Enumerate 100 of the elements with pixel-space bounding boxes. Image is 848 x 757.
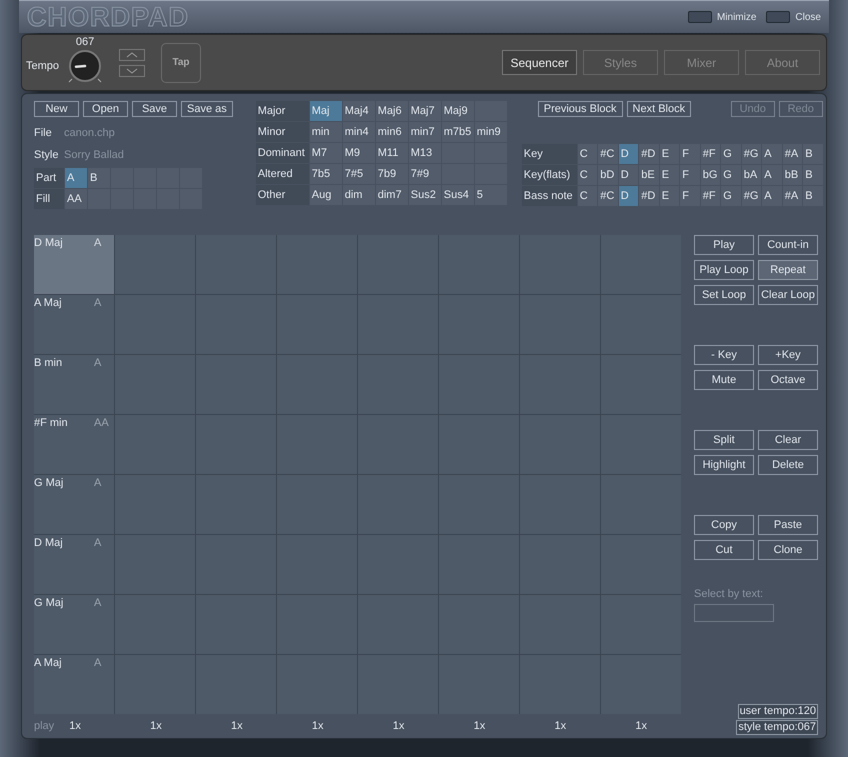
chord-block[interactable]: G Maj A [34,475,114,534]
chord-block[interactable]: B min A [34,355,114,414]
note-cell[interactable]: #G [742,186,762,206]
note-cell[interactable]: #A [782,144,802,164]
file-button[interactable]: Open [83,101,128,117]
part-cell[interactable]: A [65,168,87,188]
chord-cell[interactable]: 7#5 [342,164,375,184]
minimize-button[interactable]: Minimize [688,11,756,23]
action-button[interactable]: Clear Loop [758,285,818,305]
chord-block[interactable]: G Maj A [34,595,114,654]
note-cell[interactable]: G [721,165,741,185]
repeat-count[interactable]: 1x [312,720,324,732]
action-button[interactable]: +Key [758,345,818,365]
note-cell[interactable]: A [762,186,782,206]
chord-cell[interactable]: 7b5 [310,164,342,184]
note-cell[interactable]: E [660,165,680,185]
repeat-count[interactable]: 1x [231,720,243,732]
note-cell[interactable]: B [803,144,823,164]
note-cell[interactable]: B [803,165,823,185]
up-arrow-button[interactable] [119,48,146,60]
action-button[interactable]: Paste [758,515,818,535]
note-cell[interactable]: #D [639,144,659,164]
chord-cell[interactable]: 7#9 [408,164,441,184]
note-cell[interactable]: F [680,186,700,206]
action-button[interactable]: - Key [694,345,754,365]
chord-cell[interactable]: min7 [408,122,441,142]
note-cell[interactable]: A [762,165,782,185]
chord-cell[interactable]: Maj9 [442,101,474,121]
chord-cell[interactable]: Aug [310,185,342,205]
part-cell[interactable]: B [88,168,110,188]
repeat-count[interactable]: 1x [69,720,81,732]
chord-cell[interactable]: M13 [408,143,441,163]
note-cell[interactable]: bB [782,165,802,185]
tap-button[interactable]: Tap [161,42,202,82]
note-cell[interactable]: D [618,165,638,185]
file-button[interactable]: Save [132,101,177,117]
action-button[interactable]: Mute [694,370,754,390]
repeat-count[interactable]: 1x [392,720,404,732]
chord-cell[interactable]: dim [342,185,375,205]
chord-cell[interactable]: Sus4 [442,185,474,205]
action-button[interactable]: Highlight [694,455,754,475]
action-button[interactable]: Clear [758,430,818,450]
block-button[interactable]: Previous Block [538,101,623,117]
action-button[interactable]: Count-in [758,235,818,255]
chord-cell[interactable]: min4 [342,122,375,142]
block-button[interactable]: Next Block [626,101,692,117]
action-button[interactable]: Delete [758,455,818,475]
note-cell[interactable]: A [762,144,782,164]
action-button[interactable]: Play [694,235,754,255]
chord-cell[interactable]: Maj7 [408,101,441,121]
action-button[interactable]: Cut [694,540,754,560]
file-button[interactable]: Save as [181,101,233,117]
chord-cell[interactable]: min [310,122,342,142]
note-cell[interactable]: C [578,186,598,206]
note-cell[interactable]: bD [598,165,618,185]
note-cell[interactable]: F [680,165,700,185]
action-button[interactable]: Copy [694,515,754,535]
note-cell[interactable]: E [660,144,680,164]
repeat-count[interactable]: 1x [635,720,647,732]
action-button[interactable]: Octave [758,370,818,390]
chord-cell[interactable]: 7b9 [376,164,408,184]
note-cell[interactable]: #G [742,144,762,164]
chord-cell[interactable]: Maj6 [376,101,408,121]
note-cell[interactable]: D [618,186,638,206]
action-button[interactable]: Clone [758,540,818,560]
note-cell[interactable]: C [578,144,598,164]
chord-cell[interactable]: min9 [474,122,507,142]
note-cell[interactable]: B [803,186,823,206]
part-cell[interactable]: AA [65,189,87,209]
note-cell[interactable]: #D [639,186,659,206]
chord-cell[interactable]: M7 [310,143,342,163]
note-cell[interactable]: G [721,186,741,206]
note-cell[interactable]: E [660,186,680,206]
note-cell[interactable]: G [721,144,741,164]
chord-cell[interactable]: dim7 [376,185,408,205]
down-arrow-button[interactable] [119,64,146,76]
note-cell[interactable]: #C [598,144,618,164]
file-button[interactable]: New [34,101,79,117]
chord-block[interactable]: D Maj A [34,535,114,594]
note-cell[interactable]: bE [639,165,659,185]
action-button[interactable]: Split [694,430,754,450]
note-cell[interactable]: D [618,144,638,164]
note-cell[interactable]: F [680,144,700,164]
chord-cell[interactable]: M9 [342,143,375,163]
chord-block[interactable]: #F min AA [34,415,114,474]
note-cell[interactable]: #F [700,144,720,164]
repeat-count[interactable]: 1x [474,720,486,732]
chord-block[interactable]: D Maj A [34,235,114,294]
close-button[interactable]: Close [766,11,821,23]
note-cell[interactable]: #C [598,186,618,206]
chord-cell[interactable]: 5 [474,185,507,205]
chord-cell[interactable]: Sus2 [408,185,441,205]
chord-cell[interactable]: M11 [376,143,408,163]
action-button[interactable]: Set Loop [694,285,754,305]
action-button[interactable]: Repeat [758,260,818,280]
note-cell[interactable]: C [578,165,598,185]
note-cell[interactable]: bA [742,165,762,185]
note-cell[interactable]: bG [700,165,720,185]
nav-tab[interactable]: Sequencer [502,50,577,75]
note-cell[interactable]: #A [782,186,802,206]
